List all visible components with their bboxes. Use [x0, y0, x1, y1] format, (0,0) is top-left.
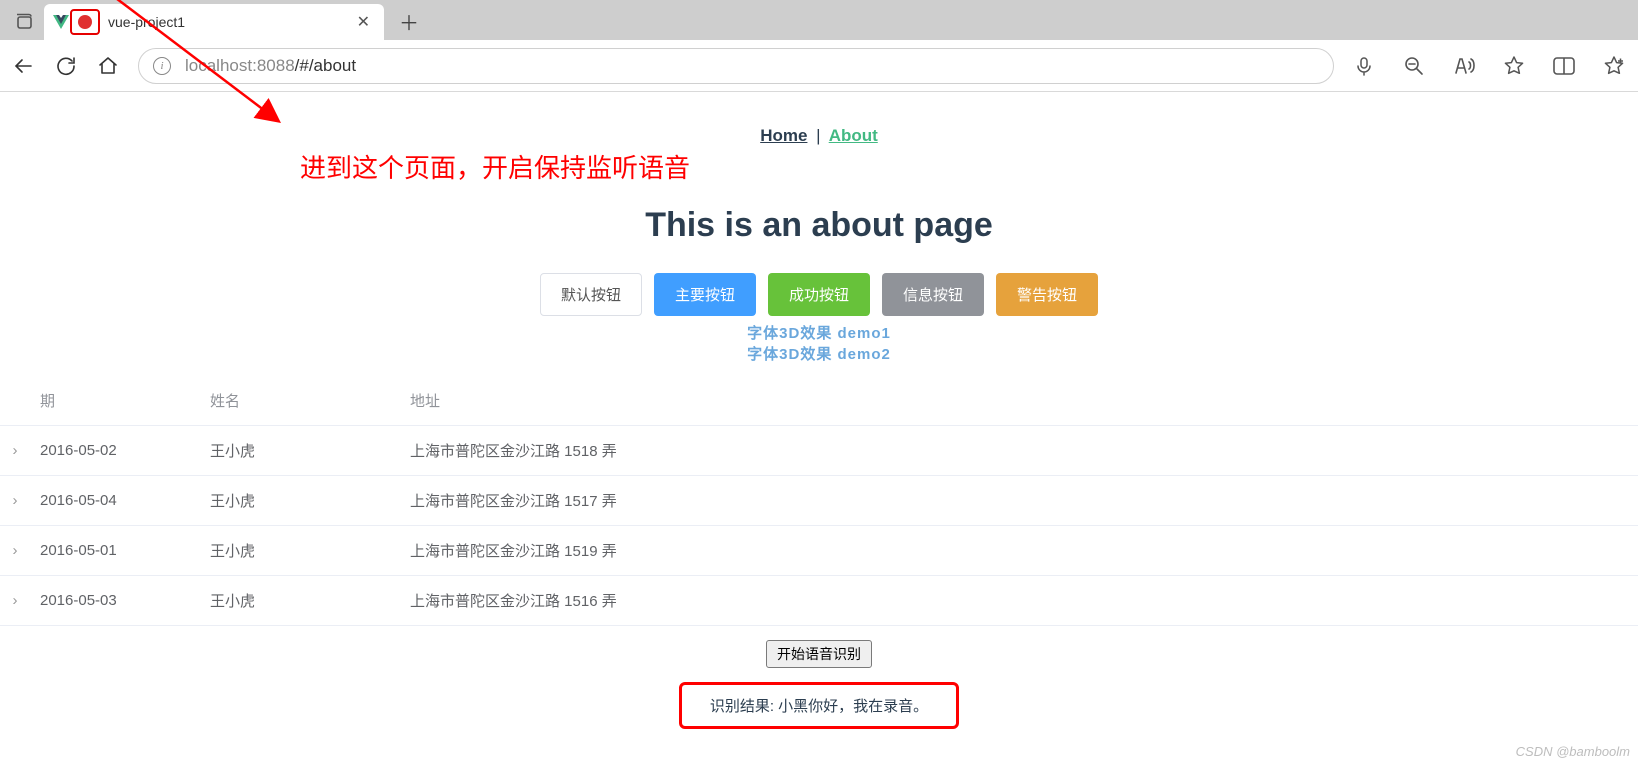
back-icon[interactable] [12, 54, 36, 78]
default-button[interactable]: 默认按钮 [540, 273, 642, 316]
expand-icon[interactable]: › [0, 476, 30, 526]
page-title: This is an about page [0, 206, 1638, 245]
tab-strip: vue-project1 ✕ ＋ [0, 0, 1638, 40]
cell-address: 上海市普陀区金沙江路 1518 弄 [400, 426, 1638, 476]
cell-date: 2016-05-03 [30, 576, 200, 626]
browser-chrome: vue-project1 ✕ ＋ i localhost:8088/#/abou… [0, 0, 1638, 92]
info-button[interactable]: 信息按钮 [882, 273, 984, 316]
table-row[interactable]: ›2016-05-01王小虎上海市普陀区金沙江路 1519 弄 [0, 526, 1638, 576]
address-bar: i localhost:8088/#/about [0, 40, 1638, 92]
cell-date: 2016-05-01 [30, 526, 200, 576]
table-row[interactable]: ›2016-05-03王小虎上海市普陀区金沙江路 1516 弄 [0, 576, 1638, 626]
refresh-icon[interactable] [54, 54, 78, 78]
nav-separator: | [812, 126, 824, 145]
button-row: 默认按钮 主要按钮 成功按钮 信息按钮 警告按钮 [0, 273, 1638, 316]
demo-text-1: 字体3D效果 demo1 [0, 322, 1638, 343]
cell-name: 王小虎 [200, 526, 400, 576]
speech-result-text: 小黑你好，我在录音。 [778, 698, 928, 715]
success-button[interactable]: 成功按钮 [768, 273, 870, 316]
microphone-icon[interactable] [1352, 54, 1376, 78]
tab-close-icon[interactable]: ✕ [353, 12, 374, 32]
col-address: 地址 [400, 376, 1638, 426]
cell-address: 上海市普陀区金沙江路 1519 弄 [400, 526, 1638, 576]
expand-icon[interactable]: › [0, 526, 30, 576]
expand-icon[interactable]: › [0, 426, 30, 476]
recording-indicator-icon [70, 9, 100, 35]
nav-about-link[interactable]: About [829, 126, 878, 145]
table-row[interactable]: ›2016-05-04王小虎上海市普陀区金沙江路 1517 弄 [0, 476, 1638, 526]
new-tab-button[interactable]: ＋ [394, 6, 424, 36]
favorite-icon[interactable] [1502, 54, 1526, 78]
speech-result-box: 识别结果: 小黑你好，我在录音。 [679, 682, 959, 729]
site-info-icon[interactable]: i [153, 57, 171, 75]
tabs-overview-icon[interactable] [12, 10, 36, 34]
speech-result-label: 识别结果: [710, 698, 778, 715]
nav-home-link[interactable]: Home [760, 126, 807, 145]
nav-links: Home | About [0, 126, 1638, 146]
url-text: localhost:8088/#/about [185, 56, 356, 76]
cell-address: 上海市普陀区金沙江路 1516 弄 [400, 576, 1638, 626]
col-expand [0, 376, 30, 426]
toolbar-right [1352, 54, 1626, 78]
zoom-icon[interactable] [1402, 54, 1426, 78]
cell-name: 王小虎 [200, 426, 400, 476]
read-aloud-icon[interactable] [1452, 54, 1476, 78]
table-row[interactable]: ›2016-05-02王小虎上海市普陀区金沙江路 1518 弄 [0, 426, 1638, 476]
data-table: 期 姓名 地址 ›2016-05-02王小虎上海市普陀区金沙江路 1518 弄›… [0, 376, 1638, 626]
page-content: 进到这个页面，开启保持监听语音 Home | About This is an … [0, 92, 1638, 763]
cell-name: 王小虎 [200, 476, 400, 526]
vue-favicon-icon [52, 15, 70, 29]
primary-button[interactable]: 主要按钮 [654, 273, 756, 316]
annotation-text: 进到这个页面，开启保持监听语音 [300, 148, 690, 185]
start-speech-button[interactable]: 开始语音识别 [766, 640, 872, 668]
split-screen-icon[interactable] [1552, 54, 1576, 78]
demo-text-block: 字体3D效果 demo1 字体3D效果 demo2 [0, 322, 1638, 364]
col-date: 期 [30, 376, 200, 426]
cell-date: 2016-05-04 [30, 476, 200, 526]
url-input[interactable]: i localhost:8088/#/about [138, 48, 1334, 84]
cell-date: 2016-05-02 [30, 426, 200, 476]
browser-tab[interactable]: vue-project1 ✕ [44, 4, 384, 40]
tab-title: vue-project1 [108, 14, 353, 30]
expand-icon[interactable]: › [0, 576, 30, 626]
col-name: 姓名 [200, 376, 400, 426]
warning-button[interactable]: 警告按钮 [996, 273, 1098, 316]
cell-name: 王小虎 [200, 576, 400, 626]
cell-address: 上海市普陀区金沙江路 1517 弄 [400, 476, 1638, 526]
watermark: CSDN @bamboolm [1516, 744, 1630, 759]
demo-text-2: 字体3D效果 demo2 [0, 343, 1638, 364]
collections-icon[interactable] [1602, 54, 1626, 78]
home-icon[interactable] [96, 54, 120, 78]
